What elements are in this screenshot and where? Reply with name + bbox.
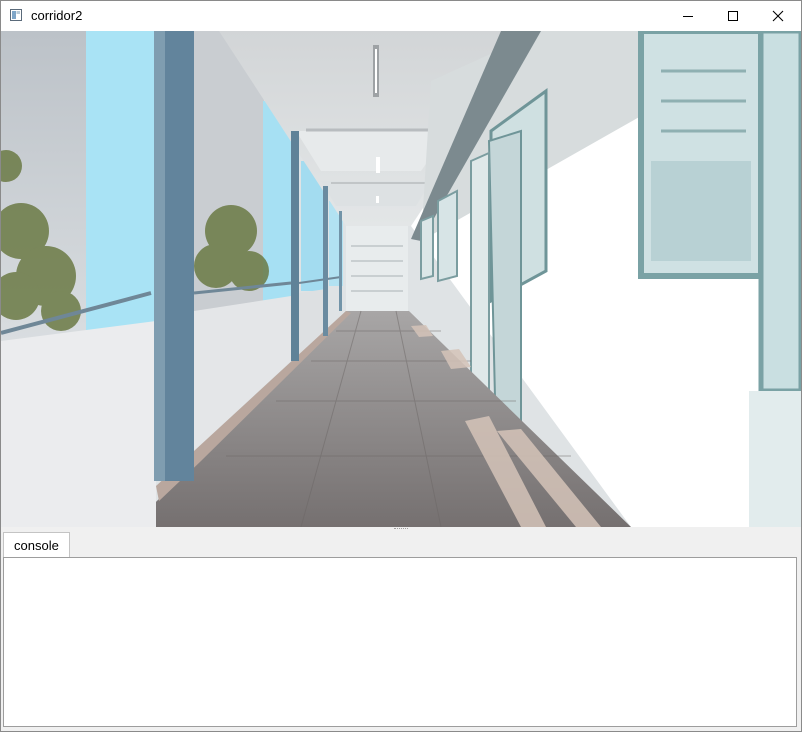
title-bar[interactable]: corridor2 bbox=[1, 1, 801, 31]
maximize-icon bbox=[728, 11, 738, 21]
minimize-icon bbox=[683, 16, 693, 17]
minimize-button[interactable] bbox=[665, 1, 711, 31]
maximize-button[interactable] bbox=[710, 1, 756, 31]
window-title: corridor2 bbox=[31, 8, 83, 23]
tab-strip: console bbox=[1, 531, 801, 557]
tab-console[interactable]: console bbox=[3, 532, 70, 557]
close-icon bbox=[772, 10, 784, 22]
corridor-scene bbox=[1, 31, 801, 527]
3d-viewport[interactable] bbox=[1, 31, 801, 527]
app-window: corridor2 console bbox=[0, 0, 802, 732]
console-output[interactable] bbox=[3, 557, 797, 727]
app-window-icon bbox=[10, 9, 22, 21]
close-button[interactable] bbox=[755, 1, 801, 31]
splitter-grip[interactable] bbox=[394, 528, 408, 530]
